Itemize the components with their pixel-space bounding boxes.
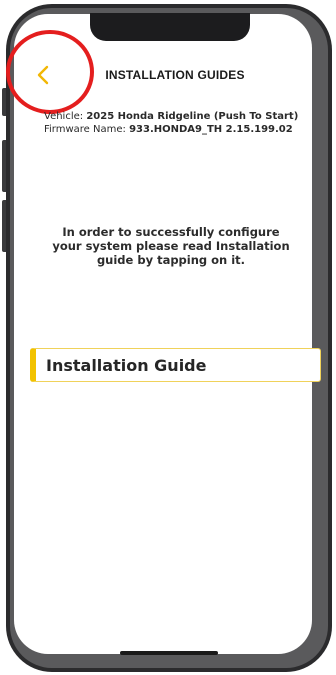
back-button[interactable] [30, 62, 56, 88]
firmware-label: Firmware Name: [44, 124, 126, 135]
installation-guide-label: Installation Guide [46, 355, 207, 375]
vehicle-label: Vehicle: [44, 111, 84, 122]
vehicle-line: Vehicle: 2025 Honda Ridgeline (Push To S… [44, 110, 298, 123]
instruction-text: In order to successfully configure your … [52, 225, 290, 267]
firmware-value: 933.HONDA9_TH 2.15.199.02 [129, 124, 293, 135]
vehicle-value: 2025 Honda Ridgeline (Push To Start) [86, 111, 299, 122]
firmware-line: Firmware Name: 933.HONDA9_TH 2.15.199.02 [44, 123, 298, 136]
phone-notch [90, 13, 250, 41]
vehicle-info: Vehicle: 2025 Honda Ridgeline (Push To S… [44, 110, 298, 136]
page-title: INSTALLATION GUIDES [105, 68, 245, 82]
installation-guide-item[interactable]: Installation Guide [30, 348, 321, 382]
screenshot-stage: INSTALLATION GUIDES Vehicle: 2025 Honda … [0, 0, 336, 675]
chevron-left-icon [37, 65, 49, 85]
home-indicator[interactable] [120, 651, 218, 655]
